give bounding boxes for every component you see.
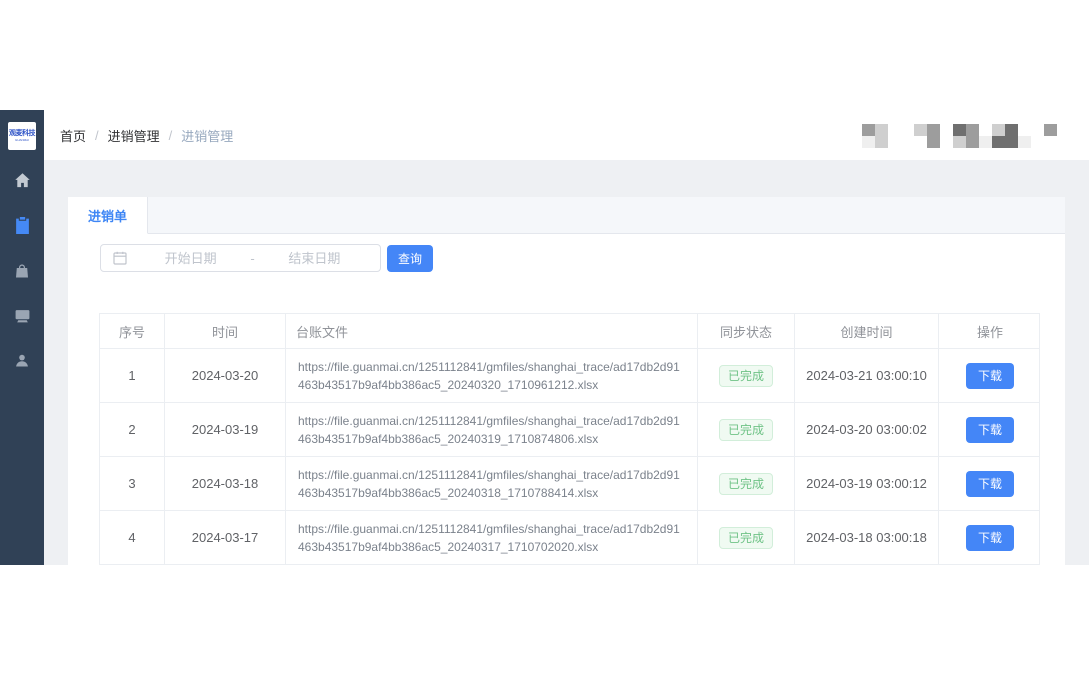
- row-file-url: https://file.guanmai.cn/1251112841/gmfil…: [286, 511, 698, 564]
- column-header: 同步状态: [698, 314, 795, 348]
- logo-subtext: GUANMAI: [14, 138, 29, 142]
- column-header: 序号: [100, 314, 165, 348]
- row-date: 2024-03-17: [165, 511, 286, 564]
- date-range-picker[interactable]: -: [100, 244, 381, 272]
- table-row: 2 2024-03-19 https://file.guanmai.cn/125…: [100, 403, 1039, 457]
- filter-bar: - 查询: [100, 244, 1065, 272]
- app-logo[interactable]: 观麦科技 GUANMAI: [8, 122, 36, 150]
- main-content: 进销单 - 查询 序号时间台账文件同步状态创建时间 操作 1 2024-03-20…: [44, 160, 1089, 565]
- row-index: 4: [100, 511, 165, 564]
- download-button[interactable]: 下载: [966, 416, 1014, 443]
- sidebar-item-user[interactable]: [0, 338, 44, 383]
- redacted-user-info[interactable]: [862, 124, 1057, 148]
- row-created-time: 2024-03-19 03:00:12: [795, 457, 939, 510]
- breadcrumb: 首页 / 进销管理 / 进销管理: [60, 110, 233, 160]
- row-date: 2024-03-19: [165, 403, 286, 456]
- user-icon: [14, 353, 30, 369]
- table-row: 4 2024-03-17 https://file.guanmai.cn/125…: [100, 511, 1039, 565]
- row-created-time: 2024-03-21 03:00:10: [795, 349, 939, 402]
- column-header: 创建时间: [795, 314, 939, 348]
- sidebar-item-shop[interactable]: [0, 248, 44, 293]
- table-head: 序号 时间 台账文件 同步状态 创建时间 操作: [100, 314, 1039, 349]
- column-header: 台账文件: [286, 314, 698, 348]
- range-separator: -: [250, 250, 255, 266]
- status-badge: 已完成: [718, 418, 773, 441]
- app-window: 观麦科技 GUANMAI 首页 / 进销管理 / 进销管理 进销单 开始日期 -…: [0, 110, 1089, 565]
- status-badge: 已完成: [718, 472, 773, 495]
- row-created-time: 2024-03-18 03:00:18: [795, 511, 939, 564]
- sidebar-item-ledger[interactable]: [0, 203, 44, 248]
- column-header: 操作: [976, 324, 1003, 340]
- column-header: 时间: [165, 314, 286, 348]
- row-created-time: 2024-03-20 03:00:02: [795, 403, 939, 456]
- ledger-table: 序号 时间 台账文件 同步状态 创建时间 操作 1 2024-03-20 https://…: [99, 313, 1040, 565]
- row-index: 3: [100, 457, 165, 510]
- sidebar-item-home[interactable]: [0, 158, 44, 203]
- download-button[interactable]: 下载: [966, 362, 1014, 389]
- breadcrumb-separator: /: [95, 127, 99, 143]
- row-index: 2: [100, 403, 165, 456]
- clipboard-icon: [15, 217, 30, 234]
- row-file-url: https://file.guanmai.cn/1251112841/gmfil…: [286, 457, 698, 510]
- table-header-row: 序号 时间 台账文件 同步状态 创建时间 操作: [100, 314, 1039, 349]
- sidebar-item-terminal[interactable]: [0, 293, 44, 338]
- table-row: 1 2024-03-20 https://file.guanmai.cn/125…: [100, 349, 1039, 403]
- sidebar-nav: [0, 158, 44, 383]
- row-file-url: https://file.guanmai.cn/1251112841/gmfil…: [286, 403, 698, 456]
- calendar-icon: [113, 251, 127, 265]
- status-badge: 已完成: [718, 364, 773, 387]
- home-icon: [14, 172, 31, 189]
- tab-purchase-sale-list[interactable]: 进销单: [68, 197, 149, 234]
- query-button[interactable]: 查询: [387, 244, 433, 272]
- content-card: 进销单 - 查询 序号时间台账文件同步状态创建时间 操作 1 2024-03-20…: [68, 197, 1065, 565]
- terminal-icon: [14, 308, 31, 324]
- breadcrumb-purchase-sale[interactable]: 进销管理: [108, 126, 160, 145]
- breadcrumb-separator: /: [168, 127, 173, 143]
- row-index: 1: [100, 349, 165, 402]
- table-body: 1 2024-03-20 https://file.guanmai.cn/125…: [100, 349, 1039, 565]
- bag-icon: [14, 263, 30, 279]
- end-date-input[interactable]: [256, 250, 372, 266]
- sidebar: 观麦科技 GUANMAI: [0, 110, 44, 565]
- breadcrumb-current: 进销管理: [181, 128, 234, 144]
- status-badge: 已完成: [718, 526, 773, 549]
- breadcrumb-home[interactable]: 首页: [60, 126, 86, 145]
- tab-bar: 进销单: [68, 197, 1065, 234]
- row-date: 2024-03-20: [165, 349, 286, 402]
- row-date: 2024-03-18: [165, 457, 286, 510]
- row-file-url: https://file.guanmai.cn/1251112841/gmfil…: [286, 349, 698, 402]
- start-date-input[interactable]: [133, 250, 249, 266]
- download-button[interactable]: 下载: [966, 470, 1014, 497]
- download-button[interactable]: 下载: [966, 524, 1014, 551]
- logo-text: 观麦科技: [9, 130, 36, 137]
- table-row: 3 2024-03-18 https://file.guanmai.cn/125…: [100, 457, 1039, 511]
- top-header: 首页 / 进销管理 / 进销管理: [44, 110, 1089, 160]
